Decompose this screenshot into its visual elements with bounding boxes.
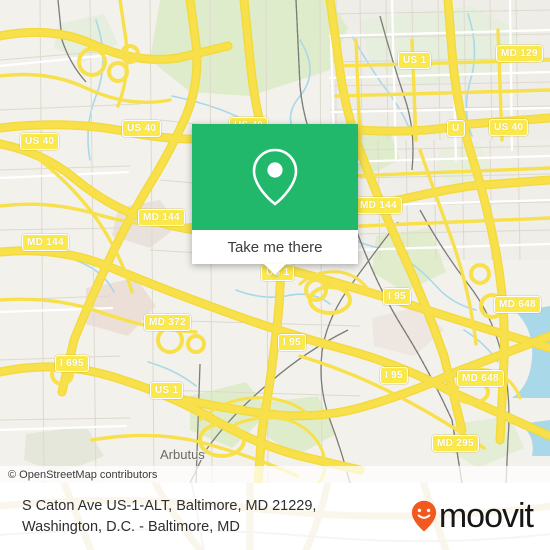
highway-shield: I 695 — [55, 355, 89, 372]
take-me-there-button[interactable]: Take me there — [192, 230, 358, 264]
popup-icon-area — [192, 124, 358, 230]
highway-shield: MD 295 — [432, 435, 479, 452]
highway-shield: US 40 — [20, 133, 60, 150]
popup-pointer — [264, 264, 286, 275]
map-canvas[interactable]: .rd { fill:none; stroke:#f7e04a; stroke-… — [0, 0, 550, 483]
highway-shield: US 40 — [489, 119, 529, 136]
highway-shield: MD 144 — [138, 209, 185, 226]
location-title-line1: S Caton Ave US-1-ALT, Baltimore, MD 2122… — [22, 498, 317, 514]
highway-shield: MD 648 — [494, 296, 541, 313]
footer-bar: S Caton Ave US-1-ALT, Baltimore, MD 2122… — [0, 483, 550, 550]
location-popup-card[interactable]: Take me there — [192, 124, 358, 275]
map-screenshot: .rd { fill:none; stroke:#f7e04a; stroke-… — [0, 0, 550, 550]
highway-shield: MD 144 — [22, 234, 69, 251]
moovit-pin-icon — [411, 500, 436, 532]
place-label: Arbutus — [160, 447, 205, 462]
take-me-there-label: Take me there — [227, 238, 323, 256]
highway-shield: MD 144 — [355, 197, 402, 214]
highway-shield: US 40 — [122, 120, 162, 137]
highway-shield: US 1 — [398, 52, 432, 69]
highway-shield: MD 372 — [144, 314, 191, 331]
location-title: S Caton Ave US-1-ALT, Baltimore, MD 2122… — [22, 496, 402, 538]
map-pin-icon — [252, 148, 298, 206]
highway-shield: I 95 — [278, 334, 306, 351]
moovit-logo[interactable]: moovit — [411, 496, 534, 536]
highway-shield: I 95 — [380, 367, 408, 384]
highway-shield: MD 648 — [457, 370, 504, 387]
osm-attribution-text[interactable]: © OpenStreetMap contributors — [0, 469, 157, 481]
highway-shield: U — [447, 120, 465, 137]
highway-shield: I 95 — [383, 288, 411, 305]
highway-shield: US 1 — [150, 382, 184, 399]
map-attribution-bar: © OpenStreetMap contributors — [0, 466, 550, 483]
moovit-wordmark: moovit — [438, 497, 534, 535]
highway-shield: MD 129 — [496, 45, 543, 62]
location-title-line2: Washington, D.C. - Baltimore, MD — [22, 519, 240, 535]
